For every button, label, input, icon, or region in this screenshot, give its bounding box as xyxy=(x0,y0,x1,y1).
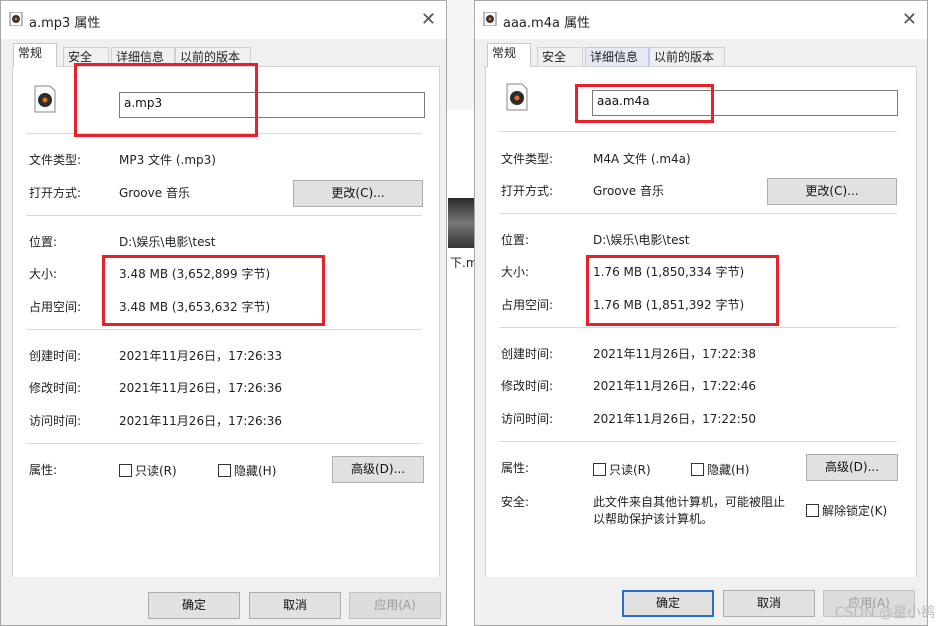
left-properties-dialog: a.mp3 属性 ✕ 常规 安全 详细信息 以前的版本 a.mp3 文件类型: … xyxy=(0,0,447,626)
size-value: 1.76 MB (1,850,334 字节) xyxy=(593,265,745,279)
hidden-checkbox[interactable]: 隐藏(H) xyxy=(691,461,749,478)
accessed-value: 2021年11月26日，17:22:50 xyxy=(593,412,756,426)
left-general-panel xyxy=(12,66,440,582)
size-label: 大小: xyxy=(501,265,530,279)
left-window-title: a.mp3 属性 xyxy=(29,16,101,31)
tab-previous-versions[interactable]: 以前的版本 xyxy=(175,47,251,66)
size-on-disk-label: 占用空间: xyxy=(501,298,554,312)
watermark: CSDN @星小鹆 xyxy=(834,605,935,621)
tab-security[interactable]: 安全 xyxy=(63,47,109,66)
separator xyxy=(26,443,422,444)
checkbox-box[interactable] xyxy=(593,463,606,476)
filename-input[interactable]: aaa.m4a xyxy=(592,90,898,116)
separator xyxy=(499,213,897,214)
created-label: 创建时间: xyxy=(501,347,554,361)
file-type-value: MP3 文件 (.mp3) xyxy=(119,153,216,167)
size-value: 3.48 MB (3,652,899 字节) xyxy=(119,267,271,281)
separator xyxy=(499,441,897,442)
accessed-label: 访问时间: xyxy=(29,414,82,428)
file-type-label: 文件类型: xyxy=(501,152,554,166)
attributes-label: 属性: xyxy=(501,461,530,475)
open-with-label: 打开方式: xyxy=(501,184,554,198)
music-file-icon xyxy=(506,83,528,111)
modified-label: 修改时间: xyxy=(501,379,554,393)
tab-general[interactable]: 常规 xyxy=(13,43,57,67)
size-on-disk-value: 3.48 MB (3,653,632 字节) xyxy=(119,300,271,314)
file-type-value: M4A 文件 (.m4a) xyxy=(593,152,691,166)
separator xyxy=(499,327,897,328)
separator xyxy=(26,133,422,134)
open-with-value: Groove 音乐 xyxy=(119,186,190,200)
readonly-checkbox-label: 只读(R) xyxy=(135,464,177,478)
modified-label: 修改时间: xyxy=(29,381,82,395)
security-message-line1: 此文件来自其他计算机，可能被阻止 xyxy=(593,495,786,509)
apply-button[interactable]: 应用(A) xyxy=(349,592,441,619)
open-with-label: 打开方式: xyxy=(29,186,82,200)
location-label: 位置: xyxy=(501,233,530,247)
location-value: D:\娱乐\电影\test xyxy=(119,235,216,249)
size-label: 大小: xyxy=(29,267,58,281)
unblock-checkbox[interactable]: 解除锁定(K) xyxy=(806,502,887,519)
accessed-value: 2021年11月26日，17:26:36 xyxy=(119,414,282,428)
music-file-icon xyxy=(34,85,56,113)
checkbox-box[interactable] xyxy=(218,464,231,477)
checkbox-box[interactable] xyxy=(806,504,819,517)
attributes-label: 属性: xyxy=(29,463,58,477)
hidden-checkbox-label: 隐藏(H) xyxy=(707,463,750,477)
cancel-button[interactable]: 取消 xyxy=(249,592,341,619)
music-file-icon xyxy=(9,12,23,26)
right-properties-dialog: aaa.m4a 属性 ✕ 常规 安全 详细信息 以前的版本 aaa.m4a 文件… xyxy=(474,0,928,626)
tab-previous-versions[interactable]: 以前的版本 xyxy=(649,47,725,66)
tab-details[interactable]: 详细信息 xyxy=(111,47,175,66)
size-on-disk-value: 1.76 MB (1,851,392 字节) xyxy=(593,298,745,312)
right-window-title: aaa.m4a 属性 xyxy=(503,16,591,31)
close-icon[interactable]: ✕ xyxy=(421,9,436,30)
unblock-checkbox-label: 解除锁定(K) xyxy=(822,504,888,518)
cancel-button[interactable]: 取消 xyxy=(723,590,815,617)
filename-input[interactable]: a.mp3 xyxy=(119,92,425,118)
left-title-bar: a.mp3 属性 ✕ xyxy=(1,1,446,39)
checkbox-box[interactable] xyxy=(691,463,704,476)
open-with-value: Groove 音乐 xyxy=(593,184,664,198)
modified-value: 2021年11月26日，17:26:36 xyxy=(119,381,282,395)
location-value: D:\娱乐\电影\test xyxy=(593,233,690,247)
music-file-icon xyxy=(483,12,497,26)
location-label: 位置: xyxy=(29,235,58,249)
modified-value: 2021年11月26日，17:22:46 xyxy=(593,379,756,393)
readonly-checkbox[interactable]: 只读(R) xyxy=(593,461,651,478)
tab-details[interactable]: 详细信息 xyxy=(585,47,649,66)
separator xyxy=(26,329,422,330)
advanced-button[interactable]: 高级(D)... xyxy=(806,454,898,481)
readonly-checkbox-label: 只读(R) xyxy=(609,463,651,477)
hidden-checkbox[interactable]: 隐藏(H) xyxy=(218,462,276,479)
accessed-label: 访问时间: xyxy=(501,412,554,426)
checkbox-box[interactable] xyxy=(119,464,132,477)
background-thumbnail xyxy=(448,198,474,248)
hidden-checkbox-label: 隐藏(H) xyxy=(234,464,277,478)
ok-button[interactable]: 确定 xyxy=(622,590,714,617)
separator xyxy=(26,215,422,216)
tab-general[interactable]: 常规 xyxy=(487,43,531,67)
size-on-disk-label: 占用空间: xyxy=(29,300,82,314)
change-button[interactable]: 更改(C)... xyxy=(767,178,897,205)
security-message-line2: 以帮助保护该计算机。 xyxy=(593,512,714,526)
change-button[interactable]: 更改(C)... xyxy=(293,180,423,207)
advanced-button[interactable]: 高级(D)... xyxy=(332,456,424,483)
separator xyxy=(499,131,897,132)
security-label: 安全: xyxy=(501,495,530,509)
close-icon[interactable]: ✕ xyxy=(902,9,917,30)
created-value: 2021年11月26日，17:26:33 xyxy=(119,349,282,363)
tab-security[interactable]: 安全 xyxy=(537,47,583,66)
right-title-bar: aaa.m4a 属性 ✕ xyxy=(475,1,927,39)
created-label: 创建时间: xyxy=(29,349,82,363)
created-value: 2021年11月26日，17:22:38 xyxy=(593,347,756,361)
file-type-label: 文件类型: xyxy=(29,153,82,167)
readonly-checkbox[interactable]: 只读(R) xyxy=(119,462,177,479)
ok-button[interactable]: 确定 xyxy=(148,592,240,619)
